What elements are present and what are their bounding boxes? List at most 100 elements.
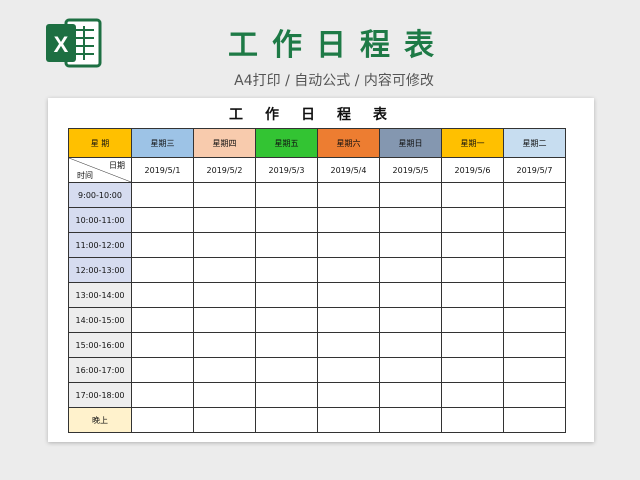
schedule-cell[interactable] [131,232,194,258]
schedule-cell[interactable] [317,307,380,333]
schedule-cell[interactable] [379,257,442,283]
weekday-header-cell: 星期一 [441,128,504,158]
schedule-table: 星 期星期三 星期四 星期五 星期六 星期日 星期一 星期二 日期 时间 2019/5/1 2019… [68,128,566,433]
schedule-cell[interactable] [255,207,318,233]
schedule-cell[interactable] [441,332,504,358]
schedule-cell[interactable] [441,307,504,333]
date-row: 日期 时间 2019/5/1 2019/5/2 2019/5/3 2019/5/4 2019… [68,157,566,183]
schedule-cell[interactable] [441,257,504,283]
schedule-cell[interactable] [255,382,318,408]
schedule-cell[interactable] [503,282,566,308]
time-slot-row: 15:00-16:00 [68,332,566,358]
schedule-cell[interactable] [379,182,442,208]
schedule-cell[interactable] [317,207,380,233]
schedule-cell[interactable] [131,182,194,208]
schedule-cell[interactable] [131,357,194,383]
schedule-cell[interactable] [255,307,318,333]
schedule-cell[interactable] [503,207,566,233]
schedule-cell[interactable] [317,257,380,283]
schedule-cell[interactable] [379,307,442,333]
time-slot-row: 12:00-13:00 [68,257,566,283]
schedule-cell[interactable] [317,182,380,208]
schedule-cell[interactable] [441,407,504,433]
schedule-cell[interactable] [441,232,504,258]
schedule-cell[interactable] [503,182,566,208]
schedule-cell[interactable] [131,282,194,308]
time-slot-row: 晚上 [68,407,566,433]
schedule-cell[interactable] [503,257,566,283]
schedule-cell[interactable] [317,282,380,308]
schedule-cell[interactable] [317,357,380,383]
schedule-cell[interactable] [193,232,256,258]
page-title: 工作日程表 [228,28,448,63]
time-slot-row: 16:00-17:00 [68,357,566,383]
time-slot-label: 15:00-16:00 [68,332,132,358]
schedule-cell[interactable] [131,307,194,333]
schedule-cell[interactable] [131,257,194,283]
schedule-cell[interactable] [503,382,566,408]
schedule-cell[interactable] [193,207,256,233]
schedule-cell[interactable] [441,182,504,208]
schedule-cell[interactable] [503,232,566,258]
schedule-cell[interactable] [379,407,442,433]
weekday-corner-cell: 星 期 [68,128,132,158]
schedule-cell[interactable] [131,207,194,233]
schedule-cell[interactable] [503,407,566,433]
schedule-cell[interactable] [441,382,504,408]
schedule-cell[interactable] [317,407,380,433]
date-cell[interactable]: 2019/5/3 [255,157,318,183]
schedule-cell[interactable] [255,407,318,433]
schedule-cell[interactable] [379,357,442,383]
time-slot-label: 14:00-15:00 [68,307,132,333]
sheet-title: 工作日程表 [229,107,409,123]
schedule-cell[interactable] [441,207,504,233]
diagonal-header-cell: 日期 时间 [68,157,132,183]
weekday-header-cell: 星期二 [503,128,566,158]
schedule-cell[interactable] [131,332,194,358]
schedule-cell[interactable] [255,257,318,283]
time-slot-label: 17:00-18:00 [68,382,132,408]
schedule-cell[interactable] [503,357,566,383]
schedule-cell[interactable] [193,382,256,408]
date-cell[interactable]: 2019/5/1 [131,157,194,183]
schedule-sheet: 工作日程表 星 期星期三 星期四 星期五 星期六 星期日 星期一 星期二 日期 时间 2019/5… [48,98,594,442]
schedule-cell[interactable] [255,357,318,383]
schedule-cell[interactable] [255,332,318,358]
schedule-cell[interactable] [503,332,566,358]
schedule-cell[interactable] [379,207,442,233]
time-slot-row: 9:00-10:00 [68,182,566,208]
schedule-cell[interactable] [131,407,194,433]
date-cell[interactable]: 2019/5/2 [193,157,256,183]
schedule-cell[interactable] [255,232,318,258]
date-cell[interactable]: 2019/5/6 [441,157,504,183]
date-cell[interactable]: 2019/5/4 [317,157,380,183]
schedule-cell[interactable] [255,182,318,208]
date-cell[interactable]: 2019/5/7 [503,157,566,183]
schedule-cell[interactable] [317,332,380,358]
schedule-cell[interactable] [503,307,566,333]
diagonal-divider: 日期 时间 [69,158,131,182]
time-slot-label: 12:00-13:00 [68,257,132,283]
schedule-cell[interactable] [193,407,256,433]
schedule-cell[interactable] [379,282,442,308]
schedule-cell[interactable] [193,357,256,383]
schedule-cell[interactable] [193,257,256,283]
schedule-cell[interactable] [131,382,194,408]
date-cell[interactable]: 2019/5/5 [379,157,442,183]
schedule-cell[interactable] [255,282,318,308]
weekday-header-row: 星 期星期三 星期四 星期五 星期六 星期日 星期一 星期二 [68,128,566,158]
schedule-cell[interactable] [317,232,380,258]
schedule-cell[interactable] [379,382,442,408]
schedule-cell[interactable] [193,282,256,308]
schedule-cell[interactable] [441,357,504,383]
schedule-cell[interactable] [379,232,442,258]
schedule-cell[interactable] [317,382,380,408]
time-slot-row: 11:00-12:00 [68,232,566,258]
schedule-cell[interactable] [379,332,442,358]
time-slot-label: 9:00-10:00 [68,182,132,208]
schedule-cell[interactable] [441,282,504,308]
weekday-header-cell: 星期日 [379,128,442,158]
schedule-cell[interactable] [193,182,256,208]
schedule-cell[interactable] [193,307,256,333]
schedule-cell[interactable] [193,332,256,358]
